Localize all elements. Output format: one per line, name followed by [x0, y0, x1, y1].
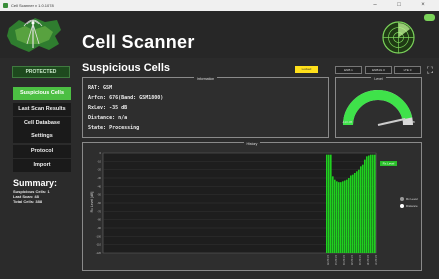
history-ytick-label: 0: [100, 151, 102, 155]
history-ytick-label: -60: [97, 201, 101, 205]
history-bar: [330, 154, 332, 253]
history-ytick-label: -10: [97, 159, 101, 163]
history-ytick-label: -90: [97, 226, 101, 230]
enb-button[interactable]: ENB 1: [335, 66, 362, 74]
information-panel: Information RAT: GSM Arfcn: 676(Band: GS…: [82, 77, 329, 138]
level-title: Level: [371, 77, 386, 81]
history-bar: [364, 159, 366, 253]
history-ytick-label: -70: [97, 209, 101, 213]
history-bar: [374, 154, 376, 253]
history-bar: [360, 166, 362, 253]
maximize-button[interactable]: □: [390, 0, 408, 11]
history-bar: [342, 181, 344, 253]
history-ylabel: Rx Level [dB]: [90, 192, 94, 213]
info-state: State: Processing: [88, 125, 140, 131]
history-bar: [334, 179, 336, 253]
history-chart: Rx Level [dB] 0 -10 -20 -30 -40 -50 -60 -70 -80 -…: [90, 151, 397, 266]
history-xtick-label: 10:32:33: [358, 255, 362, 266]
history-bar: [348, 178, 350, 253]
history-bar: [326, 154, 328, 253]
rx-level-option-label: Rx Level: [406, 197, 418, 201]
lte-button[interactable]: LTE 0: [394, 66, 421, 74]
history-ytick-label: -30: [97, 176, 101, 180]
enb1g-button[interactable]: ENB1G 0: [365, 66, 392, 74]
nav-protocol[interactable]: Protocol: [13, 145, 71, 158]
history-xtick-label: 10:32:47: [374, 255, 378, 266]
history-ytick-label: -40: [97, 184, 101, 188]
nav-last-scan-results[interactable]: Last Scan Results: [13, 103, 71, 116]
history-bar: [340, 182, 342, 253]
history-bar: [328, 154, 330, 253]
window-title: Cell Scanner v 1.0.1078: [11, 3, 54, 8]
expand-icon[interactable]: ⛶: [425, 65, 435, 75]
lock-status-badge: Locked: [295, 66, 318, 73]
nav-suspicious-cells[interactable]: Suspicious Cells: [13, 87, 71, 100]
history-bar: [366, 156, 368, 253]
level-max-label: -34 dB: [406, 120, 415, 124]
history-bar: [354, 173, 356, 253]
history-bar: [346, 179, 348, 253]
history-bar: [350, 175, 352, 253]
summary-total-cells: Total Cells: 388: [13, 199, 43, 204]
protection-status-badge: PROTECTED: [12, 66, 70, 78]
nav-import[interactable]: Import: [13, 159, 71, 172]
history-ytick-label: -80: [97, 218, 101, 222]
history-xtick-label: 10:32:12: [334, 255, 338, 266]
app-header: [0, 11, 439, 58]
nav-cell-database[interactable]: Cell Database: [13, 117, 71, 130]
level-gauge: [343, 90, 413, 126]
info-rat: RAT: GSM: [88, 85, 113, 91]
history-title: History: [243, 142, 261, 146]
title-bar: Cell Scanner v 1.0.1078 – □ ×: [0, 0, 439, 11]
cell-tower-logo-icon: [7, 18, 61, 52]
app-icon: [3, 3, 8, 8]
history-ytick-label: -100: [96, 234, 102, 238]
nav-settings[interactable]: Settings: [13, 130, 71, 143]
info-rxlev: RxLev: -35 dB: [88, 105, 128, 111]
summary-title: Summary:: [13, 178, 58, 188]
distance-option-label: Distance: [406, 204, 418, 208]
level-panel: Level -110 dB -34 dB: [335, 77, 422, 138]
history-ytick-label: -110: [96, 243, 102, 247]
history-bar: [338, 182, 340, 253]
app-window: Cell Scanner v 1.0.1078 – □ × Cell Scann…: [0, 0, 439, 279]
settings-toggle-icon[interactable]: [424, 14, 435, 21]
history-legend-label: Rx Level: [383, 162, 395, 166]
radar-icon[interactable]: [382, 21, 415, 54]
app-title: Cell Scanner: [82, 32, 195, 52]
history-bar: [332, 176, 334, 253]
rx-level-radio[interactable]: [400, 197, 404, 201]
info-distance: Distance: n/a: [88, 115, 128, 121]
history-bar: [344, 180, 346, 253]
history-panel: History Rx Level [dB] 0 -10 -20 -30 -40 -50 -6…: [82, 142, 422, 271]
history-xtick-label: 10:32:40: [366, 255, 370, 266]
distance-radio[interactable]: [400, 204, 404, 208]
history-bar: [358, 169, 360, 253]
history-ytick-label: -120: [96, 251, 102, 255]
page-title: Suspicious Cells: [82, 62, 171, 74]
history-ytick-label: -20: [97, 168, 101, 172]
history-bar: [368, 155, 370, 253]
history-xtick-label: 10:32:26: [350, 255, 354, 266]
level-min-label: -110 dB: [342, 120, 353, 124]
close-button[interactable]: ×: [414, 0, 432, 11]
level-gauge-needle: [377, 117, 406, 126]
minimize-button[interactable]: –: [366, 0, 384, 11]
history-bar: [372, 154, 374, 253]
history-bar: [336, 181, 338, 253]
history-xtick-label: 10:32:19: [342, 255, 346, 266]
history-bar: [362, 164, 364, 253]
history-xtick-label: 10:32:05: [326, 255, 330, 266]
information-title: Information: [193, 77, 218, 81]
history-ytick-label: -50: [97, 193, 101, 197]
history-bar: [356, 171, 358, 253]
history-bar: [370, 154, 372, 253]
history-bar: [352, 174, 354, 253]
info-arfcn: Arfcn: 676(Band: GSM1800): [88, 95, 164, 101]
